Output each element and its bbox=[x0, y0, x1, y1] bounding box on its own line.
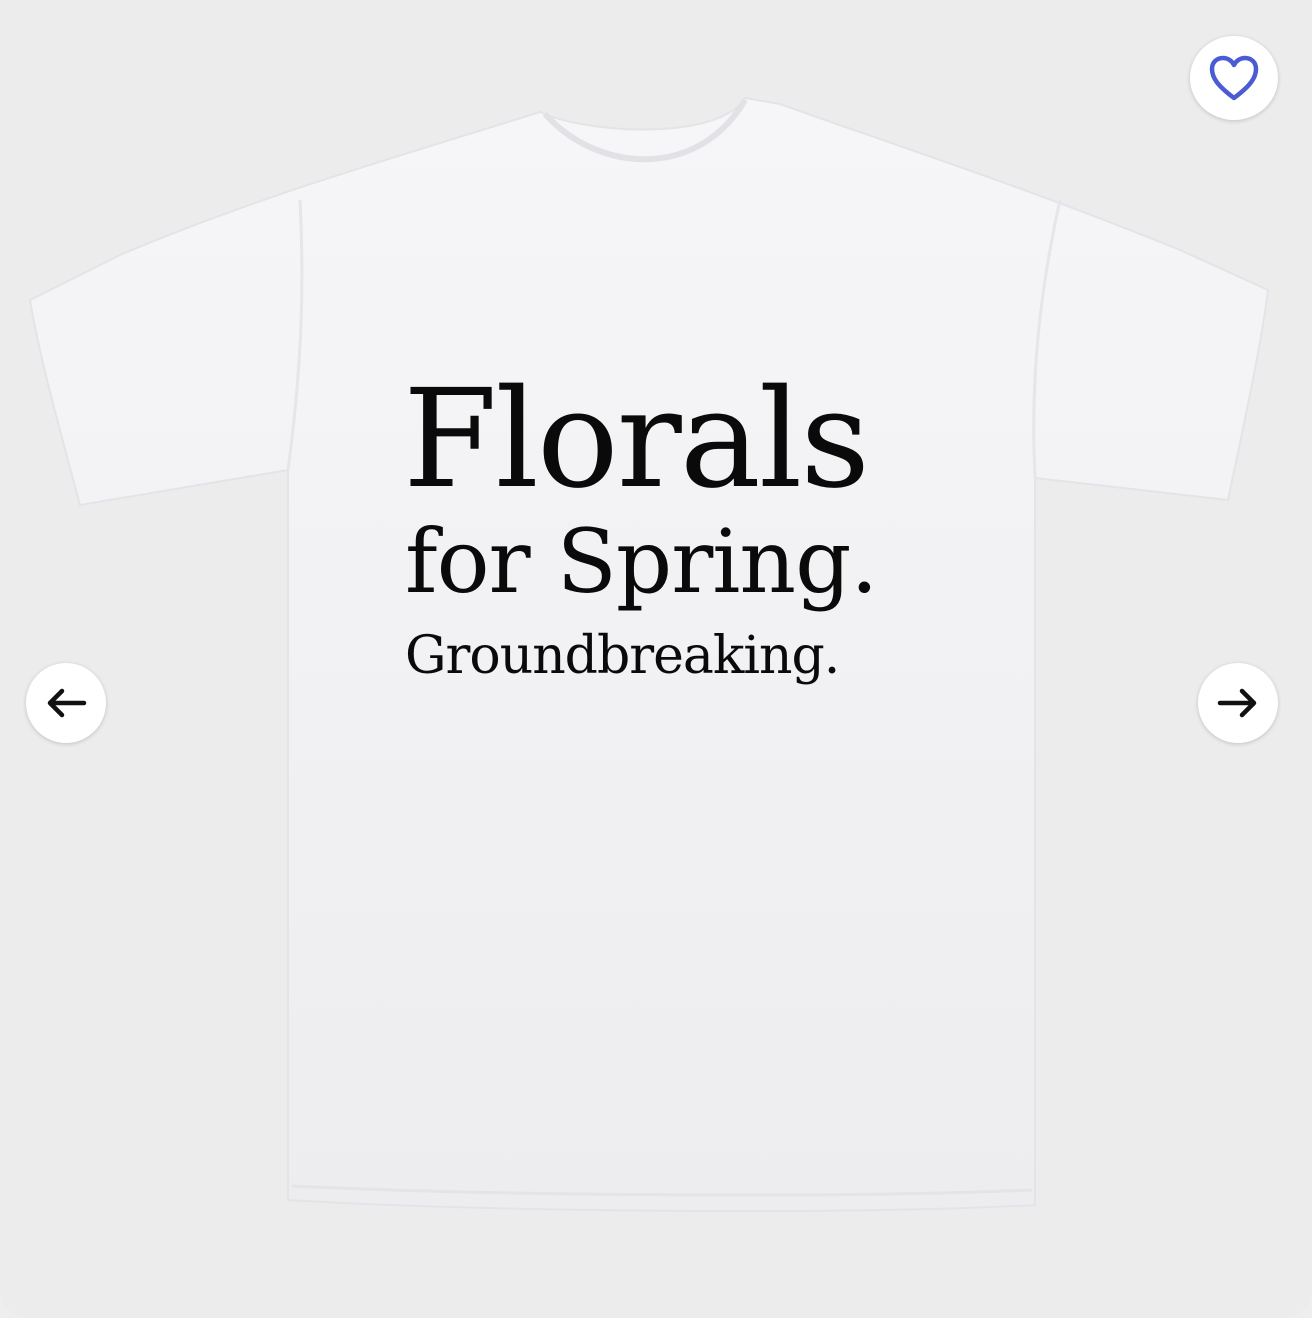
previous-image-button[interactable] bbox=[26, 663, 106, 743]
print-line-florals: Florals bbox=[403, 361, 870, 519]
favorite-button[interactable] bbox=[1190, 36, 1278, 120]
next-image-button[interactable] bbox=[1198, 663, 1278, 743]
arrow-left-icon bbox=[47, 688, 87, 718]
product-image-gallery: Florals for Spring. Groundbreaking. bbox=[0, 0, 1312, 1318]
print-line-for-spring: for Spring. bbox=[405, 510, 878, 613]
heart-outline-icon bbox=[1209, 55, 1259, 101]
arrow-right-icon bbox=[1217, 688, 1257, 718]
print-line-groundbreaking: Groundbreaking. bbox=[405, 626, 840, 686]
